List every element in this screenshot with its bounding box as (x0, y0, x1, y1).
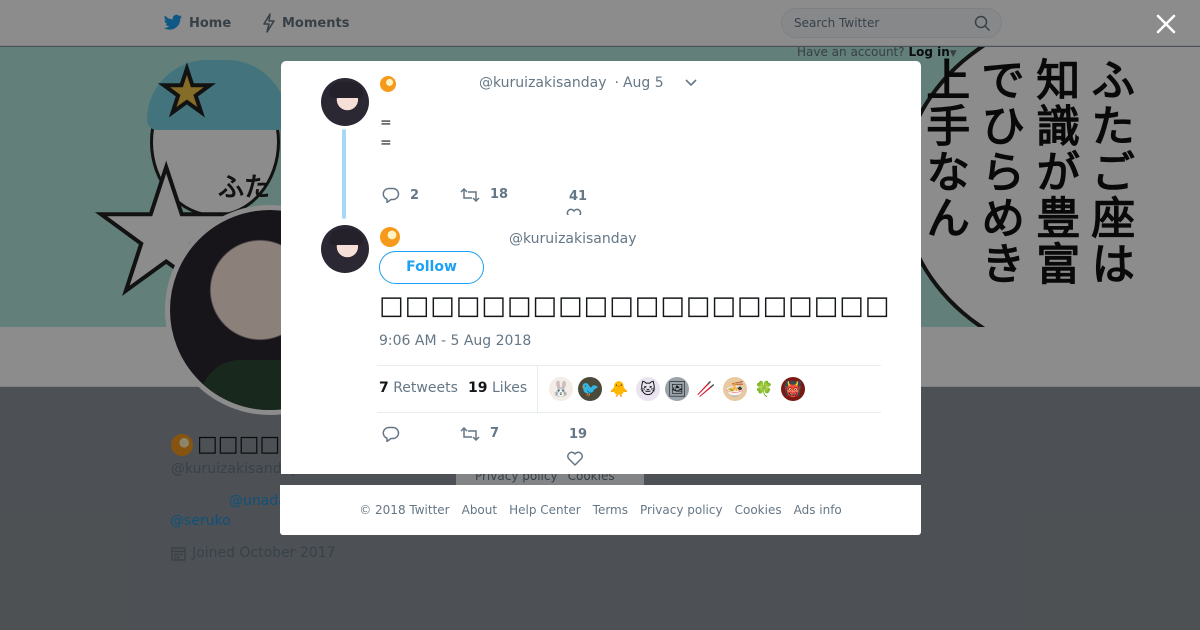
footer-ads-link[interactable]: Ads info (794, 503, 842, 517)
liker-avatar[interactable]: 🥢 (694, 377, 718, 401)
reply-button[interactable]: 2 (382, 187, 419, 203)
tweet-text-line: = (380, 135, 392, 151)
retweet-icon (460, 426, 480, 441)
tweet-stats: 7 Retweets 19 Likes 🐰 🐦 🐥 🐱 🖼 🥢 🍜 🍀 👹 (377, 365, 881, 413)
tweet-text-line: = (380, 115, 392, 131)
likes-stat-label: Likes (491, 380, 528, 396)
stats-divider (537, 366, 538, 413)
liker-avatar[interactable]: 👹 (781, 377, 805, 401)
flame-emoji-icon (380, 227, 400, 247)
reply-button[interactable] (382, 426, 410, 442)
likes-stat-count: 19 (468, 380, 488, 396)
tweet-handle-text: @kuruizakisanday (479, 75, 607, 91)
tweet-date[interactable]: Aug 5 (623, 75, 664, 91)
footer-privacy-link[interactable]: Privacy policy (640, 503, 723, 517)
liker-avatar[interactable]: 🐦 (578, 377, 602, 401)
like-count[interactable]: 41 (569, 189, 587, 204)
retweet-count: 7 (490, 426, 500, 441)
liker-avatar[interactable]: 🍀 (752, 377, 776, 401)
liker-avatars: 🐰 🐦 🐥 🐱 🖼 🥢 🍜 🍀 👹 (549, 377, 805, 401)
like-count[interactable]: 19 (569, 427, 587, 442)
separator-dot: · (614, 75, 619, 91)
heart-icon[interactable] (566, 450, 584, 466)
retweets-stat-count: 7 (379, 380, 389, 396)
tweet-handle[interactable]: @kuruizakisanday (509, 231, 637, 247)
footer-copyright: © 2018 Twitter (359, 503, 450, 517)
retweet-button[interactable]: 7 (460, 426, 499, 441)
footer-cookies-link[interactable]: Cookies (735, 503, 782, 517)
tweet-permalink-modal: @kuruizakisanday · Aug 5 = = 2 18 41 @kuru… (281, 61, 921, 474)
reply-count: 2 (410, 187, 420, 203)
heart-icon[interactable] (566, 207, 582, 215)
reply-icon (382, 187, 400, 203)
chevron-down-icon[interactable] (684, 78, 698, 88)
liker-avatar[interactable]: 🖼 (665, 377, 689, 401)
retweet-button[interactable]: 18 (460, 187, 508, 202)
close-icon[interactable] (1154, 12, 1178, 36)
tweet-timestamp[interactable]: 9:06 AM - 5 Aug 2018 (379, 333, 531, 349)
reply-icon (382, 426, 400, 442)
tweet-handle[interactable]: @kuruizakisanday · Aug 5 (479, 75, 664, 91)
tweet-text: □□□□□□□□□□□□□□□□□□□□□□□□□□□□□□□□□□□□□□ (379, 291, 889, 321)
liker-avatar[interactable]: 🐥 (607, 377, 631, 401)
thread-connector (342, 129, 346, 219)
liker-avatar[interactable]: 🐰 (549, 377, 573, 401)
liker-avatar[interactable]: 🍜 (723, 377, 747, 401)
avatar[interactable] (321, 225, 369, 273)
liker-avatar[interactable]: 🐱 (636, 377, 660, 401)
flame-emoji-icon (380, 76, 396, 92)
retweet-count: 18 (490, 187, 509, 202)
modal-footer: © 2018 Twitter About Help Center Terms P… (280, 485, 921, 535)
retweets-stat[interactable]: 7 Retweets (379, 380, 458, 396)
footer-help-link[interactable]: Help Center (509, 503, 581, 517)
retweet-icon (460, 187, 480, 202)
retweets-stat-label: Retweets (393, 380, 458, 396)
footer-about-link[interactable]: About (462, 503, 497, 517)
follow-button[interactable]: Follow (379, 251, 484, 284)
footer-terms-link[interactable]: Terms (593, 503, 628, 517)
avatar[interactable] (321, 78, 369, 126)
likes-stat[interactable]: 19 Likes (468, 380, 527, 396)
